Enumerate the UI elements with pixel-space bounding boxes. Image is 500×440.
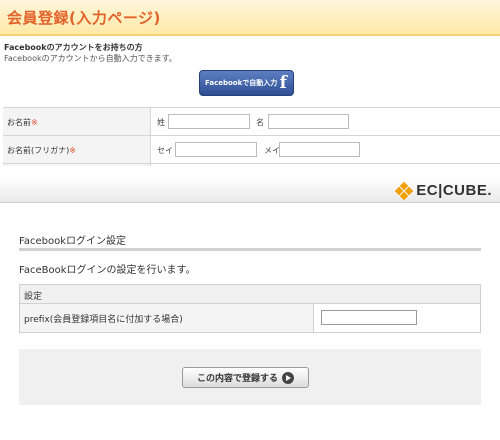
required-mark: ※ xyxy=(69,146,76,155)
first-kana-input[interactable] xyxy=(279,142,360,157)
form-row-name: お名前※ 姓 名 xyxy=(3,108,500,136)
page-title: 会員登録(入力ページ) xyxy=(7,9,161,27)
facebook-button-label: Facebookで自動入力 xyxy=(205,79,278,87)
first-name-label: 名 xyxy=(256,118,264,127)
facebook-icon: f xyxy=(279,73,287,93)
settings-title: Facebookログイン設定 xyxy=(19,236,126,247)
kana-label: お名前(フリガナ)※ xyxy=(3,136,151,163)
facebook-subtext: Facebookのアカウントから自動入力できます。 xyxy=(4,54,177,63)
facebook-heading: Facebookのアカウントをお持ちの方 xyxy=(4,43,143,52)
last-name-label: 姓 xyxy=(157,118,165,127)
form-row-kana: お名前(フリガナ)※ セイ メイ xyxy=(3,136,500,164)
registration-preview: 会員登録(入力ページ) Facebookのアカウントをお持ちの方 Faceboo… xyxy=(0,0,500,166)
last-kana-input[interactable] xyxy=(175,142,257,157)
first-kana-label: メイ xyxy=(264,146,280,155)
settings-table-header: 設定 xyxy=(20,285,480,304)
logo-text: EC|CUBE. xyxy=(416,182,492,199)
registration-form-table: お名前※ 姓 名 お名前(フリガナ)※ セイ メイ xyxy=(3,107,500,166)
required-mark: ※ xyxy=(31,118,38,127)
form-row-partial xyxy=(3,164,500,166)
settings-description: FaceBookログインの設定を行います。 xyxy=(19,265,196,276)
ec-cube-logo: EC|CUBE. xyxy=(395,181,492,200)
admin-header: EC|CUBE. xyxy=(0,178,500,203)
table-row: prefix(会員登録項目名に付加する場合) xyxy=(20,304,480,332)
prefix-label: prefix(会員登録項目名に付加する場合) xyxy=(20,304,314,332)
page-header: 会員登録(入力ページ) xyxy=(0,0,500,36)
last-name-input[interactable] xyxy=(168,114,250,129)
last-kana-label: セイ xyxy=(157,146,173,155)
settings-table: 設定 prefix(会員登録項目名に付加する場合) xyxy=(19,284,481,333)
arrow-right-icon xyxy=(282,371,294,384)
name-label: お名前※ xyxy=(3,108,151,135)
title-divider xyxy=(19,248,481,251)
first-name-input[interactable] xyxy=(268,114,349,129)
action-area: この内容で登録する xyxy=(19,349,481,405)
prefix-input[interactable] xyxy=(321,310,417,325)
ec-cube-logo-icon xyxy=(395,181,414,200)
submit-button-label: この内容で登録する xyxy=(196,374,278,384)
submit-button[interactable]: この内容で登録する xyxy=(182,367,309,388)
facebook-autofill-button[interactable]: Facebookで自動入力 f xyxy=(199,70,294,96)
